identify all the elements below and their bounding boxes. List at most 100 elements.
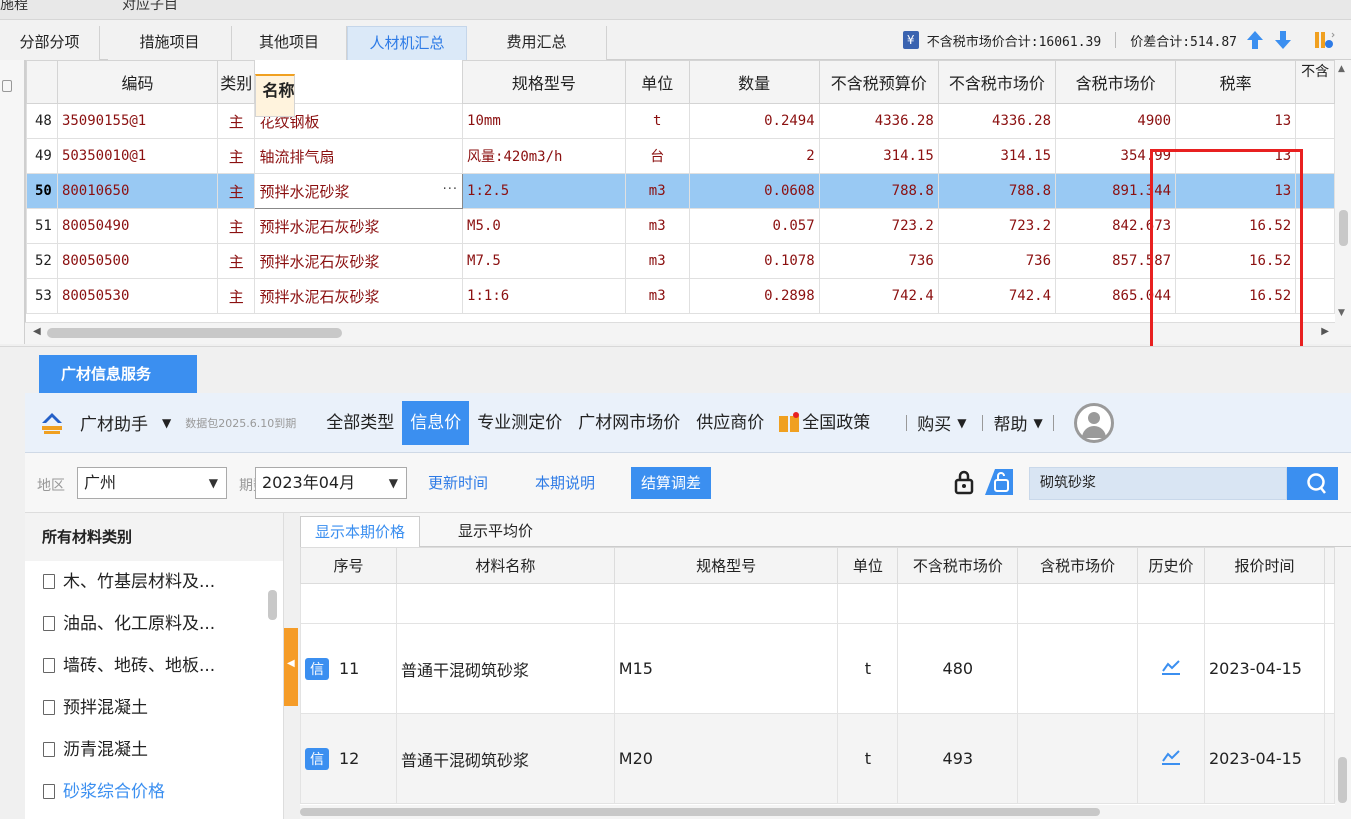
cell-budget[interactable]: 314.15 <box>818 138 939 174</box>
user-avatar-icon[interactable] <box>1073 402 1114 443</box>
tab-feiyong[interactable]: 费用汇总 <box>467 26 607 60</box>
arrow-down-icon[interactable] <box>1273 29 1293 51</box>
cell-spec[interactable]: 风量:420m3/h <box>462 138 626 174</box>
expand-icon[interactable] <box>2 80 12 92</box>
sidebar-item-asphalt[interactable]: 沥青混凝土 <box>25 729 283 771</box>
top-strip-right-label[interactable]: 对应子目 <box>122 0 178 14</box>
sidebar-item-oil[interactable]: 油品、化工原料及... <box>25 603 283 645</box>
sidebar-item-tiles[interactable]: 墙砖、地砖、地板... <box>25 645 283 687</box>
nav-policy[interactable]: 全国政策 <box>800 401 896 445</box>
search-icon[interactable] <box>1287 467 1338 500</box>
tab-cuoshi[interactable]: 措施项目 <box>108 26 232 60</box>
chevron-down-icon[interactable]: ▼ <box>162 416 171 430</box>
table-row[interactable]: 48 35090155@1 主 花纹钢板 10mm t 0.2494 4336.… <box>26 103 1335 139</box>
cell-qty[interactable]: 0.1078 <box>688 243 820 279</box>
cell-code[interactable]: 80050530 <box>56 278 219 314</box>
chevron-down-icon[interactable]: ▼ <box>957 416 966 430</box>
cell-unit[interactable]: t <box>837 713 899 804</box>
list-item[interactable]: 信 12 普通干混砌筑砂浆 M20 t 493 2023-04-15 <box>300 713 1335 804</box>
search-input[interactable]: 砌筑砂浆 <box>1029 467 1287 500</box>
cell-history[interactable] <box>1137 623 1205 714</box>
cell-history[interactable] <box>1137 713 1205 804</box>
cell-market[interactable]: 742.4 <box>937 278 1057 314</box>
scroll-left-icon[interactable]: ◀ <box>33 326 41 337</box>
cell-category[interactable]: 主 <box>217 278 256 314</box>
col-tax-rate[interactable]: 税率 <box>1175 60 1297 104</box>
cell-qty[interactable]: 0.057 <box>688 208 820 244</box>
cell-spec[interactable]: 1:1:6 <box>462 278 626 314</box>
grid-vertical-scrollbar[interactable]: ▲ ▼ <box>1335 60 1351 344</box>
cell-taxed[interactable]: 4900 <box>1055 103 1177 139</box>
col-unit[interactable]: 单位 <box>837 547 899 584</box>
lock-icon[interactable] <box>953 469 975 495</box>
cell-name[interactable]: 预拌水泥石灰砂浆 <box>254 208 464 244</box>
sidebar-item-concrete[interactable]: 预拌混凝土 <box>25 687 283 729</box>
scroll-thumb[interactable] <box>300 808 1100 816</box>
cell-name-text[interactable]: 预拌水泥砂浆 <box>259 183 349 201</box>
nav-market-price[interactable]: 广材网市场价 <box>570 401 688 445</box>
cell-market[interactable]: 314.15 <box>937 138 1057 174</box>
cell-spec[interactable]: M7.5 <box>462 243 626 279</box>
cell-market[interactable]: 4336.28 <box>937 103 1057 139</box>
cell-quote-time[interactable]: 2023-04-15 <box>1204 623 1325 714</box>
cell-taxed[interactable]: 891.344 <box>1055 173 1177 209</box>
sidebar-item-mortar[interactable]: 砂浆综合价格 <box>25 771 283 813</box>
period-select[interactable]: 2023年04月 ▼ <box>255 467 407 499</box>
cell-budget[interactable]: 4336.28 <box>818 103 939 139</box>
cell-spec[interactable]: M20 <box>613 713 839 804</box>
cell-budget[interactable]: 723.2 <box>818 208 939 244</box>
tab-current-price[interactable]: 显示本期价格 <box>300 516 421 547</box>
cell-taxed[interactable]: 857.587 <box>1055 243 1177 279</box>
collapse-sidebar-button[interactable]: ◀ <box>284 628 298 706</box>
sidebar-scroll-thumb[interactable] <box>268 590 277 620</box>
assistant-menu[interactable]: 广材助手 <box>80 410 148 435</box>
scroll-right-icon[interactable]: ▶ <box>1321 326 1329 337</box>
cell-quote-time[interactable]: 2023-04-15 <box>1204 713 1325 804</box>
cell-name-editing[interactable]: 预拌水泥砂浆 ··· <box>254 173 464 209</box>
trend-chart-icon[interactable] <box>1160 748 1182 766</box>
cell-taxed-price[interactable] <box>1017 713 1139 804</box>
cell-rate[interactable]: 16.52 <box>1175 243 1297 279</box>
cell-material-name[interactable]: 普通干混砌筑砂浆 <box>395 623 615 714</box>
grid-horizontal-scrollbar[interactable]: ◀ ▶ <box>25 322 1335 344</box>
col-market-price[interactable]: 不含税市场价 <box>937 60 1057 104</box>
cell-name[interactable]: 预拌水泥石灰砂浆 <box>254 243 464 279</box>
col-category[interactable]: 类别 <box>217 60 256 104</box>
cell-taxed[interactable]: 842.673 <box>1055 208 1177 244</box>
region-select[interactable]: 广州 ▼ <box>77 467 227 499</box>
cell-unit[interactable]: m3 <box>624 243 690 279</box>
period-note-button[interactable]: 本期说明 <box>525 467 605 499</box>
cell-code[interactable]: 35090155@1 <box>56 103 219 139</box>
cell-name[interactable]: 预拌水泥石灰砂浆 <box>254 278 464 314</box>
cell-category[interactable]: 主 <box>217 243 256 279</box>
cell-qty[interactable]: 2 <box>688 138 820 174</box>
cell-code[interactable]: 80050500 <box>56 243 219 279</box>
cell-taxed-price[interactable] <box>1017 623 1139 714</box>
scroll-thumb[interactable] <box>1338 757 1347 803</box>
nav-pro-price[interactable]: 专业测定价 <box>469 401 570 445</box>
column-settings-icon[interactable] <box>1313 29 1335 51</box>
settle-button[interactable]: 结算调差 <box>631 467 712 499</box>
cell-taxed[interactable]: 354.99 <box>1055 138 1177 174</box>
cell-rate[interactable]: 13 <box>1175 103 1297 139</box>
nav-supplier-price[interactable]: 供应商价 <box>688 401 778 445</box>
tab-average-price[interactable]: 显示平均价 <box>444 516 547 547</box>
buy-menu[interactable]: 购买 <box>917 410 951 435</box>
col-unit[interactable]: 单位 <box>624 60 690 104</box>
cell-category[interactable]: 主 <box>217 208 256 244</box>
table-row[interactable]: 52 80050500 主 预拌水泥石灰砂浆 M7.5 m3 0.1078 73… <box>26 243 1335 279</box>
tab-fenbu[interactable]: 分部分项 <box>0 26 100 60</box>
cell-rate[interactable]: 13 <box>1175 173 1297 209</box>
cell-rate[interactable]: 16.52 <box>1175 278 1297 314</box>
col-seq[interactable]: 序号 <box>300 547 397 584</box>
more-icon[interactable]: ··· <box>443 182 458 197</box>
scroll-thumb[interactable] <box>1339 210 1348 246</box>
cell-unit[interactable]: m3 <box>624 278 690 314</box>
cell-budget[interactable]: 742.4 <box>818 278 939 314</box>
table-row-selected[interactable]: 50 80010650 主 预拌水泥砂浆 ··· 1:2.5 m3 0.0608 … <box>26 173 1335 209</box>
table-row[interactable]: 49 50350010@1 主 轴流排气扇 风量:420m3/h 台 2 314… <box>26 138 1335 174</box>
list-item-partial[interactable] <box>300 583 1335 624</box>
col-more[interactable]: 不含 <box>1295 60 1335 104</box>
cell-budget[interactable]: 736 <box>818 243 939 279</box>
sidebar-item-wood[interactable]: 木、竹基层材料及... <box>25 561 283 603</box>
